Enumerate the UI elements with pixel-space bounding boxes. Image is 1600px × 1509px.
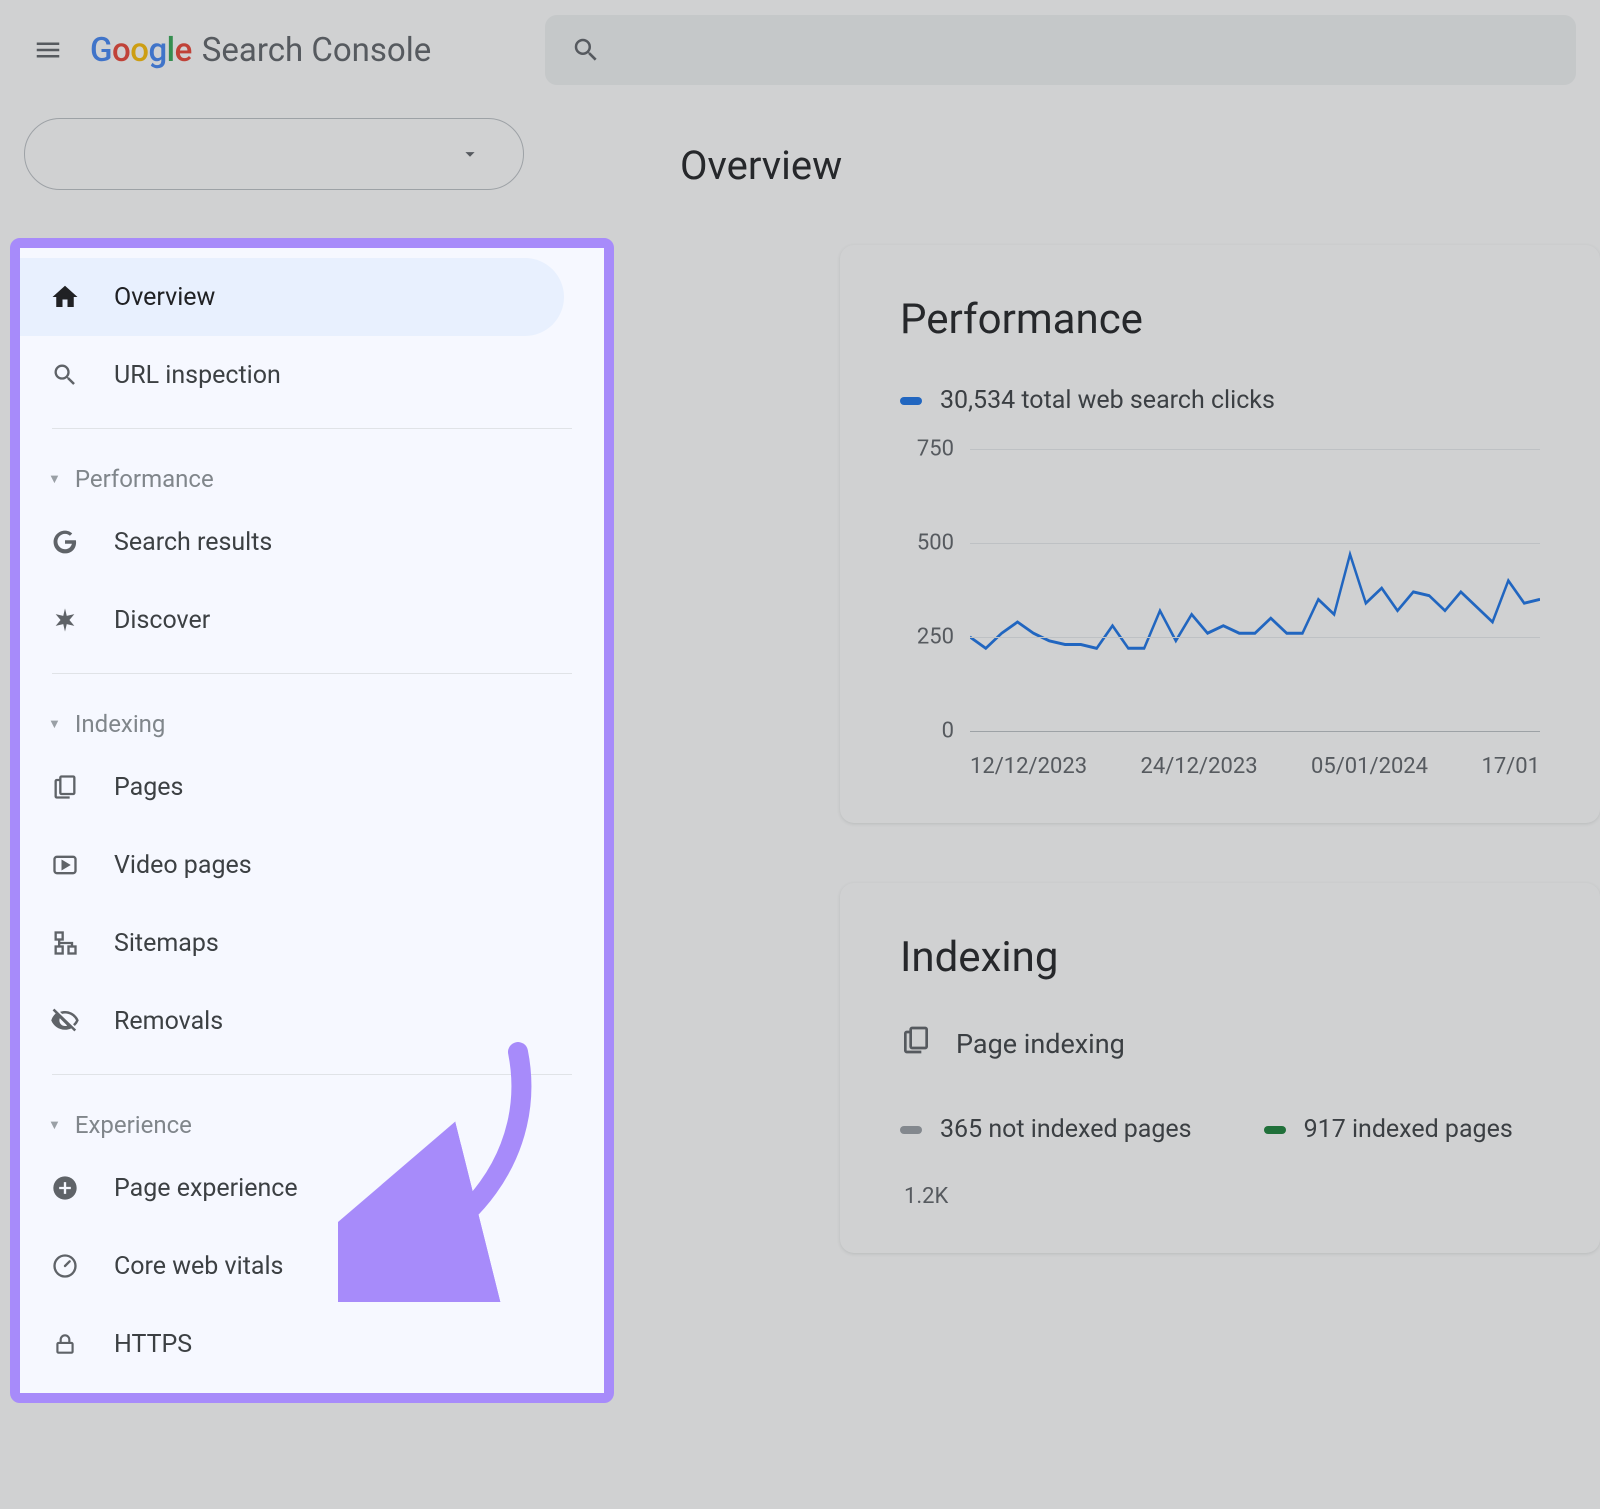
sidebar-item-video-pages[interactable]: Video pages	[20, 826, 564, 904]
performance-chart: 7505002500 12/12/202324/12/202305/01/202…	[900, 449, 1540, 779]
indexing-card-title: Indexing	[900, 933, 1540, 982]
divider	[52, 428, 572, 429]
performance-legend-label: 30,534 total web search clicks	[940, 386, 1275, 415]
search-icon	[571, 35, 601, 65]
y-tick: 250	[917, 625, 954, 650]
page-indexing-row[interactable]: Page indexing	[900, 1024, 1540, 1063]
performance-legend[interactable]: 30,534 total web search clicks	[900, 386, 1540, 415]
speed-icon	[48, 1249, 82, 1283]
sidebar-item-url-inspection[interactable]: URL inspection	[20, 336, 564, 414]
sidebar-item-label: HTTPS	[114, 1330, 192, 1359]
x-tick: 12/12/2023	[970, 754, 1087, 779]
grid-line	[970, 637, 1540, 638]
chevron-down-icon: ▼	[48, 1117, 61, 1133]
sidebar-item-label: Discover	[114, 606, 210, 635]
performance-card: Performance 30,534 total web search clic…	[840, 245, 1600, 823]
not-indexed-label: 365 not indexed pages	[940, 1115, 1192, 1144]
indexing-card: Indexing Page indexing 365 not indexed p…	[840, 883, 1600, 1253]
sidebar-item-label: Removals	[114, 1007, 223, 1036]
asterisk-icon	[48, 603, 82, 637]
sidebar: Overview URL inspection ▼ Performance Searc…	[10, 238, 614, 1403]
sidebar-item-page-experience[interactable]: Page experience	[20, 1149, 564, 1227]
section-header-indexing[interactable]: ▼ Indexing	[20, 688, 604, 748]
page-indexing-label: Page indexing	[956, 1028, 1125, 1060]
section-title: Indexing	[75, 710, 166, 738]
eye-off-icon	[48, 1004, 82, 1038]
x-tick: 17/01	[1481, 754, 1540, 779]
sidebar-item-label: Overview	[114, 283, 215, 312]
sidebar-item-label: Sitemaps	[114, 929, 219, 958]
y-tick: 0	[942, 719, 954, 744]
sidebar-item-pages[interactable]: Pages	[20, 748, 564, 826]
sitemap-icon	[48, 926, 82, 960]
page-title: Overview	[680, 142, 1600, 189]
sidebar-item-label: Search results	[114, 528, 272, 557]
legend-swatch	[900, 1126, 922, 1134]
video-icon	[48, 848, 82, 882]
section-title: Performance	[75, 465, 214, 493]
not-indexed-legend[interactable]: 365 not indexed pages	[900, 1115, 1192, 1144]
sidebar-item-https[interactable]: HTTPS	[20, 1305, 564, 1383]
indexing-y-tick: 1.2K	[904, 1184, 1540, 1209]
sidebar-item-discover[interactable]: Discover	[20, 581, 564, 659]
plus-circle-icon	[48, 1171, 82, 1205]
sidebar-item-label: Core web vitals	[114, 1252, 283, 1281]
sidebar-item-label: Video pages	[114, 851, 252, 880]
grid-line	[970, 449, 1540, 450]
section-header-performance[interactable]: ▼ Performance	[20, 443, 604, 503]
menu-button[interactable]	[24, 26, 72, 74]
pages-icon	[48, 770, 82, 804]
sidebar-item-sitemaps[interactable]: Sitemaps	[20, 904, 564, 982]
product-logo[interactable]: Google Search Console	[90, 31, 431, 70]
sidebar-item-label: Page experience	[114, 1174, 298, 1203]
y-tick: 750	[917, 437, 954, 462]
performance-card-title: Performance	[900, 295, 1540, 344]
legend-swatch	[900, 397, 922, 405]
home-icon	[48, 280, 82, 314]
y-tick: 500	[917, 531, 954, 556]
sidebar-item-label: Pages	[114, 773, 183, 802]
x-tick: 24/12/2023	[1140, 754, 1257, 779]
sidebar-item-search-results[interactable]: Search results	[20, 503, 564, 581]
grid-line	[970, 731, 1540, 732]
indexed-legend[interactable]: 917 indexed pages	[1264, 1115, 1513, 1144]
sidebar-item-removals[interactable]: Removals	[20, 982, 564, 1060]
search-input[interactable]	[545, 15, 1576, 85]
chevron-down-icon: ▼	[48, 716, 61, 732]
sidebar-item-overview[interactable]: Overview	[20, 258, 564, 336]
google-g-icon	[48, 525, 82, 559]
product-name: Search Console	[202, 31, 431, 70]
search-icon	[48, 358, 82, 392]
x-tick: 05/01/2024	[1311, 754, 1428, 779]
sidebar-item-label: URL inspection	[114, 361, 281, 390]
lock-icon	[48, 1327, 82, 1361]
sidebar-item-core-web-vitals[interactable]: Core web vitals	[20, 1227, 564, 1305]
chevron-down-icon: ▼	[48, 471, 61, 487]
google-wordmark: Google	[90, 31, 192, 70]
divider	[52, 1074, 572, 1075]
menu-icon	[33, 35, 63, 65]
indexed-label: 917 indexed pages	[1304, 1115, 1513, 1144]
pages-icon	[900, 1024, 932, 1063]
chevron-down-icon	[459, 143, 481, 165]
grid-line	[970, 543, 1540, 544]
legend-swatch	[1264, 1126, 1286, 1134]
section-title: Experience	[75, 1111, 192, 1139]
property-selector[interactable]	[24, 118, 524, 190]
section-header-experience[interactable]: ▼ Experience	[20, 1089, 604, 1149]
divider	[52, 673, 572, 674]
